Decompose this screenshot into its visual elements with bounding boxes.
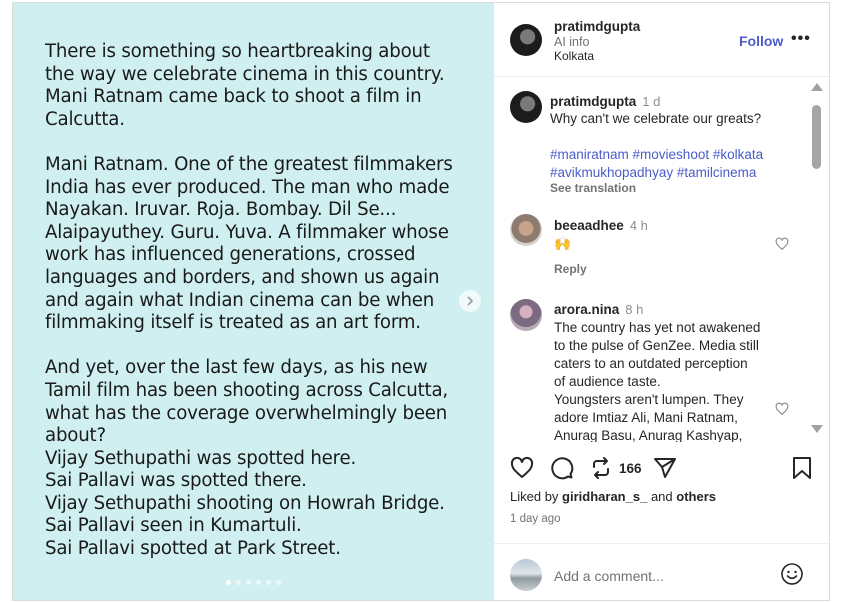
- liked-by-and: and: [650, 489, 673, 504]
- comment-line: adore Imtiaz Ali, Mani Ratnam,: [554, 410, 738, 425]
- liked-by-others-link[interactable]: others: [676, 489, 716, 504]
- post-line: about?: [45, 425, 106, 447]
- post-line: Sai Pallavi was spotted there.: [45, 470, 307, 492]
- hashtags-line[interactable]: #maniratnam #movieshoot #kolkata: [550, 146, 763, 164]
- scrollbar-thumb[interactable]: [812, 105, 821, 169]
- post-media[interactable]: There is something so heartbreaking abou…: [13, 3, 494, 600]
- carousel-dot: [226, 580, 231, 585]
- post-line: Nayakan. Iruvar. Roja. Bombay. Dil Se...: [45, 199, 397, 221]
- carousel-dot: [276, 580, 281, 585]
- scroll-up-arrow-icon[interactable]: [811, 83, 823, 91]
- emoji-icon[interactable]: [780, 562, 804, 586]
- author-username[interactable]: pratimdgupta: [554, 19, 640, 34]
- post-line: Sai Pallavi spotted at Park Street.: [45, 538, 341, 560]
- comment-header: beeaadhee 4 h: [554, 217, 648, 235]
- post-line: and again what Indian cinema can be when: [45, 289, 435, 311]
- add-comment-input[interactable]: Add a comment...: [554, 568, 664, 584]
- post-line: Mani Ratnam came back to shoot a film in: [45, 86, 422, 108]
- comment-line: caters to an outdated perception: [554, 356, 748, 371]
- current-user-avatar: [510, 559, 542, 591]
- caption-text: Why can't we celebrate our greats?: [550, 111, 762, 126]
- share-icon[interactable]: [653, 456, 677, 480]
- heart-icon[interactable]: [510, 456, 534, 480]
- next-slide-button[interactable]: [459, 290, 481, 312]
- post-line: what has the coverage overwhelmingly bee…: [45, 402, 448, 424]
- comment-icon[interactable]: [550, 456, 574, 480]
- repost-count: 166: [619, 461, 642, 476]
- like-comment-icon[interactable]: [775, 402, 789, 416]
- like-comment-icon[interactable]: [775, 237, 789, 251]
- post-line: Sai Pallavi seen in Kumartuli.: [45, 515, 302, 537]
- comment-line: The country has yet not awakened: [554, 320, 761, 335]
- post-line: Alaipayuthey. Guru. Yuva. A filmmaker wh…: [45, 221, 449, 243]
- post-line: India has ever produced. The man who mad…: [45, 176, 450, 198]
- post-side-panel: pratimdgupta AI info Kolkata Follow ••• …: [494, 3, 829, 600]
- comment-header: arora.nina 8 h: [554, 301, 643, 319]
- carousel-dot: [256, 580, 261, 585]
- comment-username[interactable]: beeaadhee: [554, 218, 624, 233]
- post-line: Vijay Sethupathi shooting on Howrah Brid…: [45, 492, 445, 514]
- follow-button[interactable]: Follow: [739, 33, 783, 49]
- carousel-indicator: [226, 580, 281, 585]
- post-line: There is something so heartbreaking abou…: [45, 41, 430, 62]
- reply-button[interactable]: Reply: [554, 262, 587, 276]
- scroll-down-arrow-icon[interactable]: [811, 425, 823, 433]
- caption-username[interactable]: pratimdgupta: [550, 94, 636, 109]
- comment-line: Youngsters aren't lumpen. They: [554, 392, 744, 407]
- chevron-right-icon: [467, 296, 474, 306]
- post-line: Mani Ratnam. One of the greatest filmmak…: [45, 153, 453, 175]
- post-line: Calcutta.: [45, 108, 125, 130]
- post-text: There is something so heartbreaking abou…: [45, 41, 475, 561]
- add-comment-row: Add a comment...: [494, 543, 829, 601]
- post-date[interactable]: 1 day ago: [510, 513, 561, 525]
- comment-line: to the pulse of GenZee. Media still: [554, 338, 759, 353]
- location-label[interactable]: Kolkata: [554, 49, 594, 63]
- carousel-dot: [246, 580, 251, 585]
- comment-time: 8 h: [625, 302, 644, 317]
- commenter-avatar[interactable]: [510, 299, 542, 331]
- post-line: filmmaking itself is treated as an art f…: [45, 312, 421, 334]
- see-translation-link[interactable]: See translation: [550, 181, 636, 195]
- carousel-dot: [266, 580, 271, 585]
- comments-scrollbar[interactable]: [811, 83, 823, 433]
- repost-icon[interactable]: [589, 456, 613, 480]
- liked-by-text: Liked by giridharan_s_ and others: [510, 489, 716, 504]
- liked-by-prefix: Liked by: [510, 489, 559, 504]
- comments-list[interactable]: pratimdgupta 1 d Why can't we celebrate o…: [494, 77, 829, 442]
- post-header: pratimdgupta AI info Kolkata Follow •••: [494, 3, 829, 77]
- post-line: the way we celebrate cinema in this coun…: [45, 63, 445, 85]
- ai-info-label[interactable]: AI info: [554, 35, 589, 49]
- bookmark-icon[interactable]: [791, 456, 813, 480]
- commenter-avatar[interactable]: [510, 214, 542, 246]
- post-line: And yet, over the last few days, as his …: [45, 357, 428, 379]
- comment-line: of audience taste.: [554, 374, 661, 389]
- caption-time: 1 d: [642, 94, 661, 109]
- post-dialog: There is something so heartbreaking abou…: [12, 2, 830, 601]
- post-line: work has influenced generations, crossed: [45, 244, 416, 266]
- comment-username[interactable]: arora.nina: [554, 302, 619, 317]
- hashtags-line[interactable]: #avikmukhopadhyay #tamilcinema: [550, 164, 756, 182]
- caption-header: pratimdgupta 1 d: [550, 93, 660, 111]
- liked-by-user-link[interactable]: giridharan_s_: [562, 489, 647, 504]
- post-line: Vijay Sethupathi was spotted here.: [45, 447, 357, 469]
- post-line: Tamil film has been shooting across Calc…: [45, 379, 449, 401]
- comment-text: 🙌: [554, 236, 571, 251]
- comment-time: 4 h: [629, 218, 648, 233]
- post-line: languages and borders, and shown us agai…: [45, 266, 440, 288]
- comment-text: The country has yet not awakened to the …: [554, 319, 784, 442]
- caption-avatar[interactable]: [510, 91, 542, 123]
- comment-line: Anurag Basu, Anurag Kashyap,: [554, 428, 743, 442]
- carousel-dot: [236, 580, 241, 585]
- author-avatar[interactable]: [510, 24, 542, 56]
- more-options-icon[interactable]: •••: [791, 30, 811, 48]
